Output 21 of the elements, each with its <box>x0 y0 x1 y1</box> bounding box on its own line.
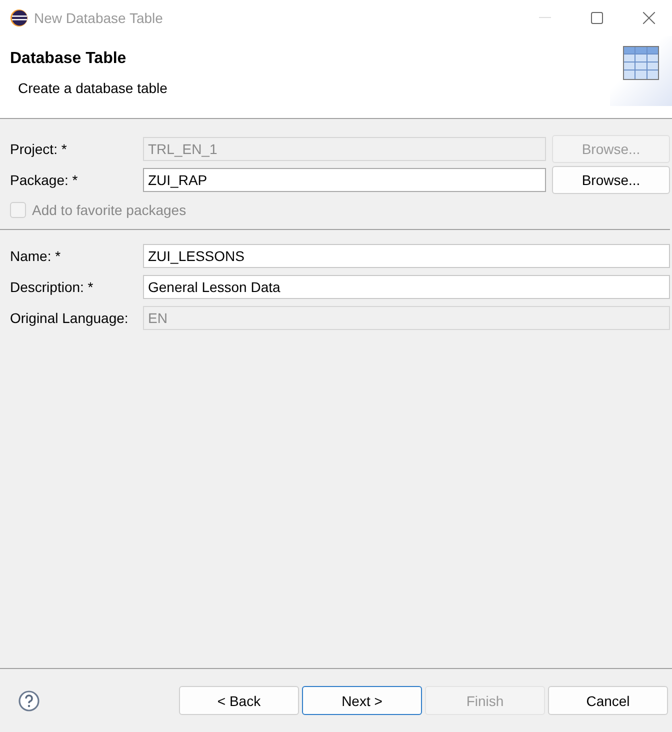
table-icon <box>623 46 659 80</box>
page-title: Database Table <box>10 50 128 68</box>
close-icon[interactable] <box>643 12 655 24</box>
next-button[interactable]: Next > <box>302 686 422 715</box>
app-icon <box>10 9 28 27</box>
field-label: Original Language: <box>10 310 130 326</box>
text-field[interactable]: General Lesson Data <box>143 274 670 298</box>
text-field[interactable]: ZUI_LESSONS <box>143 244 670 268</box>
checkbox-label: Add to favorite packages <box>32 202 186 218</box>
cancel-button[interactable]: Cancel <box>548 686 668 715</box>
field-label: Name: * <box>10 248 62 264</box>
field-label: Project: * <box>10 140 68 156</box>
browse-button[interactable]: Browse... <box>552 166 670 194</box>
back-button[interactable]: < Back <box>179 686 299 715</box>
maximize-icon[interactable] <box>591 12 603 24</box>
window-title: New Database Table <box>34 10 164 26</box>
page-description: Create a database table <box>17 80 168 96</box>
help-icon[interactable] <box>18 690 40 712</box>
text-field[interactable]: ZUI_RAP <box>143 168 546 192</box>
field-label: Package: * <box>10 172 79 188</box>
field-label: Description: * <box>10 278 94 294</box>
